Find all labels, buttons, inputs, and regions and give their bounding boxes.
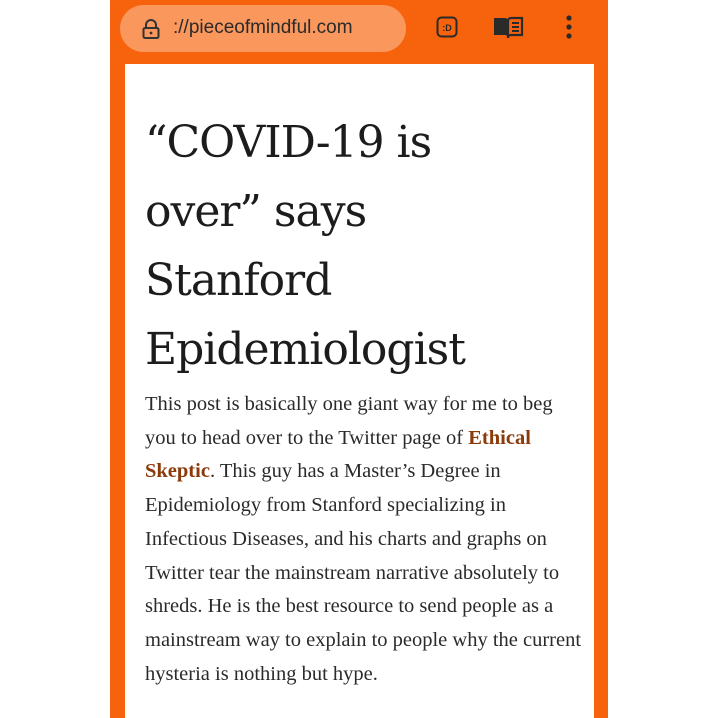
- article-paragraph: This post is basically one giant way for…: [145, 388, 585, 691]
- url-text: ://pieceofmindful.com: [173, 17, 353, 38]
- title-line: Epidemiologist: [145, 324, 466, 375]
- article-title: “COVID-19 is over” says Stanford Epidemi…: [145, 108, 575, 384]
- browser-toolbar: ://pieceofmindful.com :D: [110, 0, 608, 64]
- reader-mode-icon-text: :D: [442, 23, 452, 33]
- page-content: “COVID-19 is over” says Stanford Epidemi…: [125, 64, 594, 718]
- title-line: “COVID-19 is: [145, 117, 432, 168]
- title-line: over” says: [145, 186, 367, 237]
- book-icon[interactable]: [492, 15, 524, 46]
- paragraph-text-end: . This guy has a Master’s Degree in Epid…: [145, 460, 582, 685]
- more-vert-icon[interactable]: [565, 14, 573, 45]
- browser-frame: ://pieceofmindful.com :D “COVID-19 is ov…: [110, 0, 608, 718]
- address-bar[interactable]: ://pieceofmindful.com: [120, 5, 406, 52]
- lock-icon[interactable]: [142, 19, 160, 39]
- reader-mode-icon[interactable]: :D: [436, 16, 458, 43]
- title-line: Stanford: [145, 255, 332, 306]
